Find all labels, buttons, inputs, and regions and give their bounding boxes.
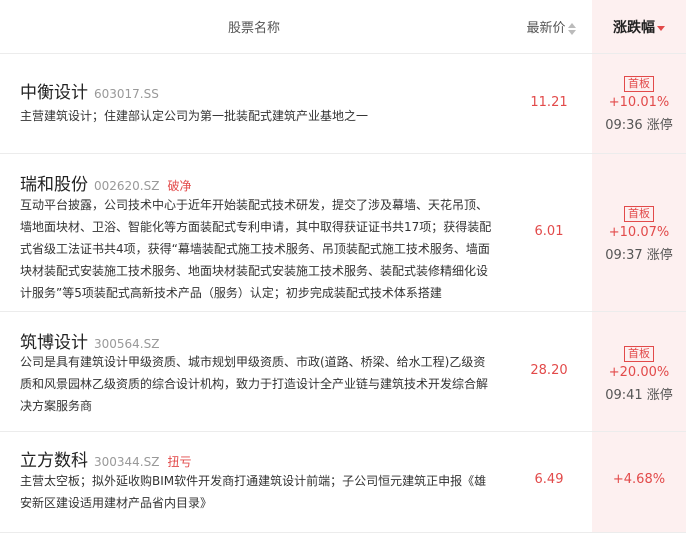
stock-code: 300564.SZ	[94, 337, 160, 351]
header-change-pct-label: 涨跌幅	[613, 20, 655, 36]
stock-code: 300344.SZ	[94, 455, 160, 469]
stock-name[interactable]: 立方数科	[20, 451, 88, 471]
sort-icon[interactable]	[567, 22, 576, 35]
table-row[interactable]: 瑞和股份 002620.SZ 破净 互动平台披露，公司技术中心于近年开始装配式技术研…	[0, 154, 686, 312]
header-change-pct[interactable]: 涨跌幅	[592, 17, 686, 37]
table-row[interactable]: 立方数科 300344.SZ 扭亏 主营太空板；拟外延收购BIM软件开发商打通建筑设…	[0, 432, 686, 533]
stock-description: 互动平台披露，公司技术中心于近年开始装配式技术研发，提交了涉及幕墙、天花吊顶、墙…	[20, 198, 492, 300]
first-board-badge: 首板	[624, 346, 654, 362]
limit-up-time: 09:41 涨停	[605, 388, 673, 403]
stock-title: 瑞和股份 002620.SZ 破净	[20, 170, 191, 195]
stock-name[interactable]: 筑博设计	[20, 333, 88, 353]
stock-name[interactable]: 中衡设计	[20, 83, 88, 103]
latest-price: 11.21	[530, 95, 568, 110]
stock-description: 主营建筑设计；住建部认定公司为第一批装配式建筑产业基地之一	[20, 109, 369, 123]
change-cell: 首板 +10.01% 09:36 涨停	[592, 72, 686, 133]
stock-code: 002620.SZ	[94, 179, 160, 193]
change-pct: +4.68%	[612, 472, 666, 487]
first-board-badge: 首板	[624, 206, 654, 222]
stock-title: 筑博设计 300564.SZ	[20, 328, 159, 353]
latest-price: 6.49	[534, 472, 564, 487]
table-row[interactable]: 中衡设计 603017.SS 主营建筑设计；住建部认定公司为第一批装配式建筑产业基…	[0, 54, 686, 154]
change-cell: 首板 +20.00% 09:41 涨停	[592, 342, 686, 403]
stock-tag: 扭亏	[167, 455, 192, 469]
change-pct: +10.07%	[608, 225, 670, 240]
change-cell: 首板 +10.07% 09:37 涨停	[592, 202, 686, 263]
first-board-badge: 首板	[624, 76, 654, 92]
change-pct: +20.00%	[608, 365, 670, 380]
table-header: 股票名称 最新价 涨跌幅	[0, 0, 686, 54]
change-cell: +4.68%	[592, 472, 686, 487]
stock-name[interactable]: 瑞和股份	[20, 175, 88, 195]
header-stock-name: 股票名称	[227, 21, 280, 36]
stock-code: 603017.SS	[94, 87, 159, 101]
stock-description: 公司是具有建筑设计甲级资质、城市规划甲级资质、市政(道路、桥梁、给水工程)乙级资…	[20, 355, 489, 413]
stock-tag: 破净	[167, 179, 192, 193]
table-row[interactable]: 筑博设计 300564.SZ 公司是具有建筑设计甲级资质、城市规划甲级资质、市政(…	[0, 312, 686, 432]
stock-description: 主营太空板；拟外延收购BIM软件开发商打通建筑设计前端；子公司恒元建筑正申报《雄…	[20, 474, 487, 510]
latest-price: 28.20	[530, 363, 568, 378]
limit-up-time: 09:37 涨停	[605, 248, 673, 263]
header-latest-price-label: 最新价	[526, 21, 566, 36]
limit-up-time: 09:36 涨停	[605, 118, 673, 133]
latest-price: 6.01	[534, 224, 564, 239]
stock-title: 中衡设计 603017.SS	[20, 78, 159, 103]
stock-title: 立方数科 300344.SZ 扭亏	[20, 446, 191, 471]
header-latest-price[interactable]: 最新价	[516, 17, 586, 36]
change-pct: +10.01%	[608, 95, 670, 110]
sort-desc-icon[interactable]	[657, 22, 665, 34]
